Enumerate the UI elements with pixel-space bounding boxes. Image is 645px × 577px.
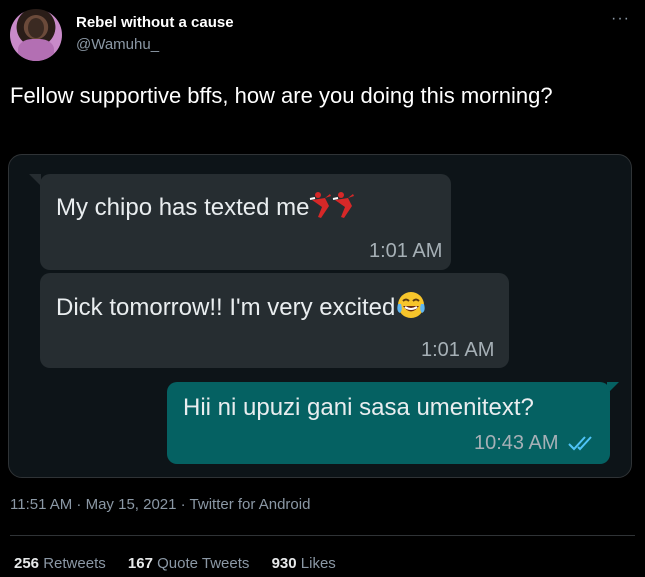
tweet-media-image[interactable]: My chipo has texted me 1:01 AM Dick tomo… (8, 154, 632, 478)
message-time: 10:43 AM (474, 432, 559, 454)
retweets-stat[interactable]: 256 Retweets (14, 555, 106, 572)
avatar[interactable] (10, 9, 62, 61)
more-options-icon[interactable]: ··· (611, 10, 630, 28)
retweets-label: Retweets (43, 555, 106, 572)
divider (10, 535, 635, 536)
outgoing-message-bubble: Hii ni upuzi gani sasa umenitext? 10:43 … (167, 382, 610, 464)
likes-stat[interactable]: 930 Likes (272, 555, 336, 572)
likes-count: 930 (271, 555, 297, 572)
avatar-face (28, 18, 44, 38)
message-time: 1:01 AM (421, 339, 495, 361)
message-text: Hii ni upuzi gani sasa umenitext? (183, 394, 534, 421)
message-time: 1:01 AM (369, 240, 443, 262)
quote-tweets-label: Quote Tweets (157, 555, 250, 572)
retweets-count: 256 (14, 555, 40, 572)
quote-tweets-count: 167 (127, 555, 153, 572)
incoming-message-bubble: Dick tomorrow!! I'm very excited 1:01 AM (40, 273, 509, 368)
author-handle[interactable]: @Wamuhu_ (76, 36, 159, 53)
tweet-stats: 256 Retweets 167 Quote Tweets 930 Likes (14, 555, 354, 572)
dancer-icon (309, 190, 355, 227)
incoming-message-bubble: My chipo has texted me 1:01 AM (40, 174, 451, 270)
tweet-text: Fellow supportive bffs, how are you doin… (10, 83, 553, 108)
message-text: My chipo has texted me (56, 193, 310, 221)
author-name[interactable]: Rebel without a cause (76, 14, 234, 31)
message-text: Dick tomorrow!! I'm very excited (56, 293, 396, 321)
likes-label: Likes (300, 555, 336, 572)
tears-of-joy-icon (395, 289, 427, 328)
tweet-meta[interactable]: 11:51 AM · May 15, 2021 · Twitter for An… (10, 496, 310, 513)
quote-tweets-stat[interactable]: 167 Quote Tweets (128, 555, 249, 572)
avatar-shirt (18, 39, 54, 61)
read-double-check-icon (567, 434, 599, 457)
